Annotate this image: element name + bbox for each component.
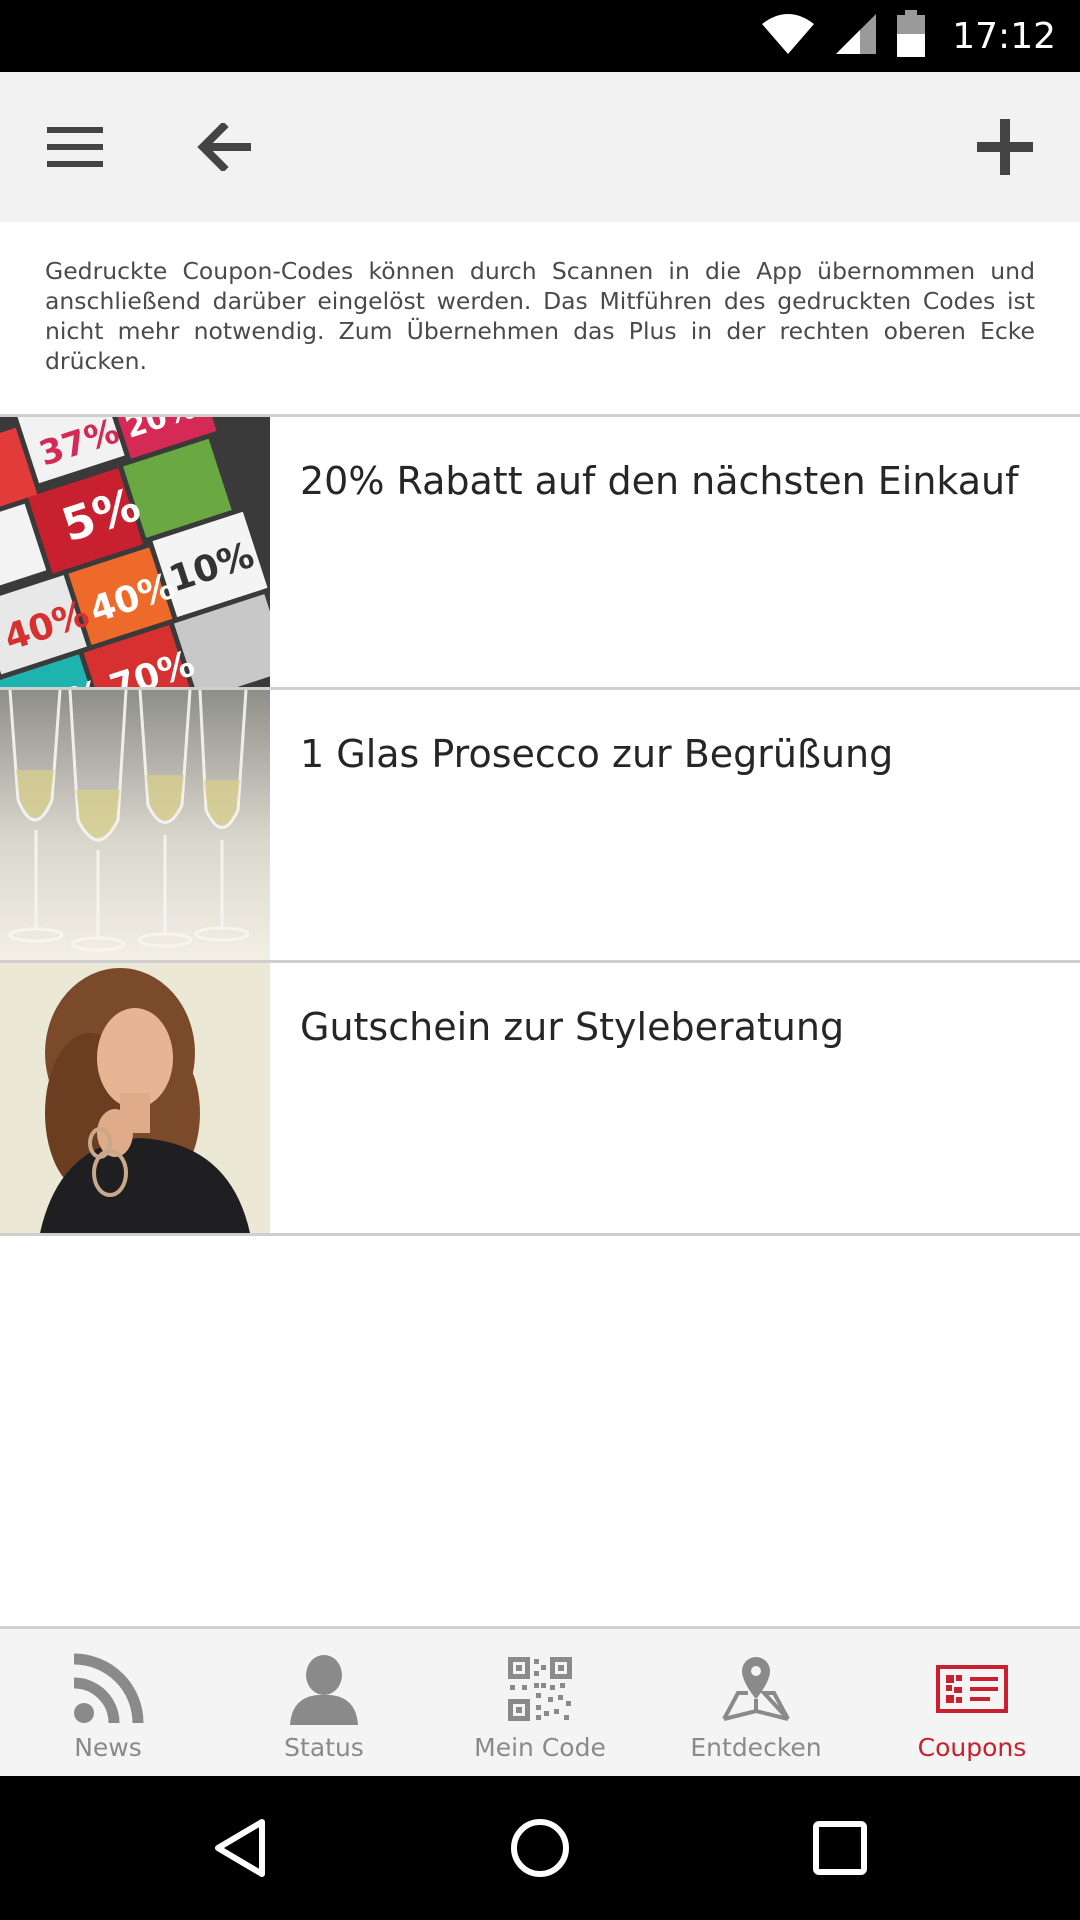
square-recents-icon	[813, 1821, 867, 1875]
status-bar: 17:12	[0, 0, 1080, 72]
coupon-item[interactable]: 1 Glas Prosecco zur Begrüßung	[0, 690, 1080, 963]
nav-label: Coupons	[917, 1733, 1027, 1762]
map-pin-icon	[722, 1657, 790, 1721]
system-navigation-bar	[0, 1776, 1080, 1920]
coupon-title: Gutschein zur Styleberatung	[300, 1005, 845, 1049]
coupon-item[interactable]: Gutschein zur Styleberatung	[0, 963, 1080, 1236]
coupon-list: 5% 40% 10% 40% 70% 35% 37% 20% 20% Rabat…	[0, 417, 1080, 1236]
coupon-icon	[936, 1665, 1008, 1713]
back-button[interactable]	[195, 117, 255, 177]
system-back-button[interactable]	[204, 1812, 276, 1884]
status-time: 17:12	[952, 15, 1056, 57]
rss-icon	[73, 1653, 144, 1724]
triangle-back-icon	[215, 1819, 265, 1877]
menu-icon	[47, 127, 103, 167]
toolbar	[0, 72, 1080, 222]
nav-label: Mein Code	[474, 1733, 606, 1762]
nav-item-entdecken[interactable]: Entdecken	[648, 1629, 864, 1776]
coupon-image-discount-tags: 5% 40% 10% 40% 70% 35% 37% 20%	[0, 417, 270, 687]
nav-label: News	[74, 1733, 142, 1762]
nav-item-news[interactable]: News	[0, 1629, 216, 1776]
qr-code-icon	[508, 1657, 572, 1721]
nav-label: Status	[284, 1733, 364, 1762]
bottom-navigation: News Status Mein Code Entdecken Coupons	[0, 1626, 1080, 1776]
coupon-item[interactable]: 5% 40% 10% 40% 70% 35% 37% 20% 20% Rabat…	[0, 417, 1080, 690]
plus-icon	[977, 119, 1033, 175]
nav-item-mein-code[interactable]: Mein Code	[432, 1629, 648, 1776]
coupon-image-prosecco-glasses	[0, 690, 270, 960]
person-icon	[290, 1655, 358, 1725]
back-arrow-icon	[197, 123, 251, 171]
nav-item-coupons[interactable]: Coupons	[864, 1629, 1080, 1776]
menu-button[interactable]	[45, 117, 105, 177]
coupon-title: 20% Rabatt auf den nächsten Einkauf	[300, 459, 1019, 503]
coupon-image-woman-portrait	[0, 963, 270, 1233]
add-coupon-button[interactable]	[975, 117, 1035, 177]
nav-label: Entdecken	[690, 1733, 822, 1762]
cell-signal-icon	[834, 12, 878, 61]
battery-icon	[896, 9, 926, 63]
system-home-button[interactable]	[504, 1812, 576, 1884]
system-recents-button[interactable]	[804, 1812, 876, 1884]
info-text: Gedruckte Coupon-Codes können durch Scan…	[45, 257, 1035, 375]
coupon-title: 1 Glas Prosecco zur Begrüßung	[300, 732, 894, 776]
wifi-icon	[760, 12, 816, 61]
circle-home-icon	[511, 1819, 569, 1877]
nav-item-status[interactable]: Status	[216, 1629, 432, 1776]
